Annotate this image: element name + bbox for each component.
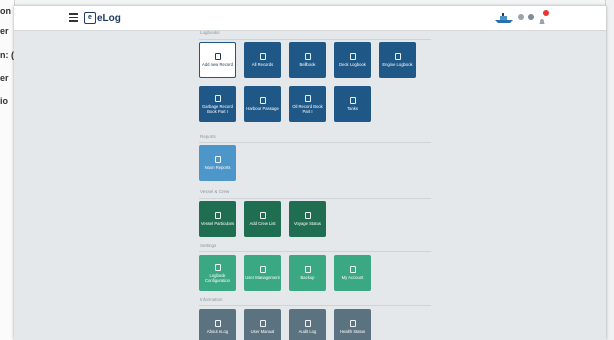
book-icon [304, 53, 311, 60]
tile-label: Harbour Passage [246, 106, 279, 111]
tile-tanks[interactable]: Tanks [334, 86, 371, 122]
tile-backup[interactable]: Backup [289, 255, 326, 291]
tile-label: Backup [300, 275, 315, 280]
user-icon[interactable] [518, 14, 524, 20]
tank-icon [349, 97, 356, 104]
section-title: Logbooks [200, 30, 220, 35]
tile-user-management[interactable]: User Management [244, 255, 281, 291]
info-icon [214, 320, 221, 327]
notification-icon[interactable] [538, 10, 549, 24]
section-divider [199, 39, 431, 40]
tile-my-account[interactable]: My Account [334, 255, 371, 291]
tile-about-elog[interactable]: About eLog [199, 309, 236, 340]
section-title: Vessel & Crew [200, 189, 230, 194]
bg-text: io [0, 96, 8, 106]
bg-text: er [0, 73, 9, 83]
backup-icon [304, 266, 311, 273]
compass-icon [304, 212, 311, 219]
section-divider [199, 142, 431, 143]
menu-icon[interactable] [69, 13, 78, 22]
audit-icon [304, 320, 311, 327]
tile-logbook-configuration[interactable]: Logbook Configuration [199, 255, 236, 291]
tile-bellbook[interactable]: Bellbook [289, 42, 326, 78]
section-title: Information [200, 297, 223, 302]
bg-text: n: ( [0, 50, 14, 60]
tile-add-new-record[interactable]: Add new Record [199, 42, 236, 78]
manual-icon [259, 320, 266, 327]
ship-icon [214, 212, 221, 219]
book-icon [259, 97, 266, 104]
section-divider [199, 305, 431, 306]
tile-audit-log[interactable]: Audit Log [289, 309, 326, 340]
logo-mark: e [84, 12, 96, 24]
section-divider [199, 198, 431, 199]
book-icon [214, 94, 221, 102]
tile-label: Health Status [339, 329, 366, 334]
users-icon [259, 266, 266, 273]
pulse-icon [349, 320, 356, 327]
tile-label: Vessel Particulars [200, 221, 235, 226]
app-header: e eLog [14, 6, 606, 31]
tile-label: Logbook Configuration [205, 272, 230, 283]
wifi-icon[interactable] [528, 14, 534, 20]
tile-label: Bellbook [299, 62, 316, 67]
tile-voyage-status[interactable]: Voyage Status [289, 201, 326, 237]
list-icon [259, 53, 266, 60]
tile-engine-logbook[interactable]: Engine Logbook [379, 42, 416, 78]
app-logo[interactable]: e eLog [84, 11, 121, 25]
account-icon [349, 266, 356, 273]
tile-vessel-particulars[interactable]: Vessel Particulars [199, 201, 236, 237]
header-icons [494, 10, 549, 24]
tile-label: Add new Record [202, 62, 233, 67]
tile-label: All Records [251, 62, 274, 67]
book-icon [349, 53, 356, 60]
tile-label: Tanks [347, 106, 358, 111]
tile-label: Oil Record Book Part I [292, 103, 323, 114]
background-scrollbar [605, 0, 614, 340]
tile-health-status[interactable]: Health Status [334, 309, 371, 340]
tile-label: About eLog [206, 329, 229, 334]
section-divider [199, 251, 431, 252]
section-title: Reports [200, 134, 216, 139]
book-icon [304, 94, 311, 102]
tile-deck-logbook[interactable]: Deck Logbook [334, 42, 371, 78]
tile-label: User Manual [250, 329, 275, 334]
tile-label: Garbage Record Book Part I [202, 103, 233, 114]
app-name: eLog [97, 12, 121, 24]
tile-label: Noon Reports [204, 165, 231, 170]
tile-noon-reports[interactable]: Noon Reports [199, 145, 236, 181]
tile-label: My Account [341, 275, 364, 280]
tile-oil-record-book-part-i[interactable]: Oil Record Book Part I [289, 86, 326, 122]
tile-label: User Management [245, 275, 280, 280]
section-title: Settings [200, 243, 217, 248]
app-window: e eLog Logbooks Add new Record All Records… [14, 6, 606, 340]
vessel-icon[interactable] [494, 11, 514, 23]
bg-text: on [0, 6, 11, 16]
tile-user-manual[interactable]: User Manual [244, 309, 281, 340]
tile-label: Engine Logbook [382, 62, 413, 67]
tile-garbage-record-book-part-i[interactable]: Garbage Record Book Part I [199, 86, 236, 122]
dashboard-content: Logbooks Add new Record All Records Bellboo… [199, 30, 431, 340]
tile-label: Add Crew List [249, 221, 276, 226]
background-sidebar: on er n: ( er io [0, 0, 15, 340]
notification-badge [543, 10, 549, 16]
tile-label: Deck Logbook [339, 62, 366, 67]
book-icon [394, 53, 401, 60]
bg-text: er [0, 26, 9, 36]
tile-all-records[interactable]: All Records [244, 42, 281, 78]
report-icon [214, 156, 221, 163]
tile-harbour-passage[interactable]: Harbour Passage [244, 86, 281, 122]
tile-add-crew-list[interactable]: Add Crew List [244, 201, 281, 237]
settings-icon [214, 263, 221, 271]
tile-label: Audit Log [298, 329, 317, 334]
plus-circle-icon [214, 53, 221, 60]
tile-label: Voyage Status [293, 221, 321, 226]
person-icon [259, 212, 266, 219]
